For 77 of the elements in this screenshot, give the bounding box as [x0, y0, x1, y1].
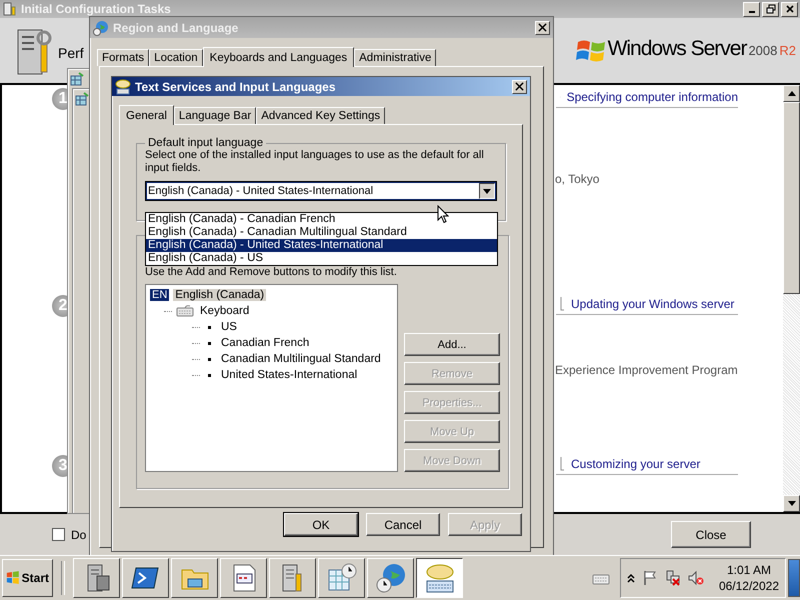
- dropdown-option[interactable]: English (Canada) - Canadian French: [146, 213, 497, 226]
- keyboard-icon: [176, 305, 194, 317]
- section-text: Experience Improvement Program: [555, 363, 738, 377]
- language-dropdown[interactable]: English (Canada) - United States-International: [145, 181, 497, 201]
- tab[interactable]: Advanced Key Settings: [256, 107, 386, 124]
- group-title: Default input language: [147, 137, 264, 149]
- logo-text: Windows Server: [608, 36, 746, 60]
- dialog-button[interactable]: Cancel: [366, 513, 440, 536]
- tree-item[interactable]: United States-International: [219, 369, 360, 381]
- keyboard-bubble-icon: [424, 562, 456, 594]
- minimize-icon: [748, 11, 754, 13]
- instruction-text: Use the Add and Remove buttons to modify this list.: [145, 266, 398, 278]
- section-heading[interactable]: Customizing your server: [556, 457, 738, 475]
- tab[interactable]: Formats: [97, 49, 150, 66]
- restore-button[interactable]: [762, 2, 779, 16]
- tab[interactable]: Administrative: [354, 49, 436, 66]
- bullet-icon: [208, 342, 211, 344]
- clock-date[interactable]: 06/12/2022: [718, 578, 779, 594]
- chevron-up-icon[interactable]: [626, 573, 635, 583]
- grid-icon: [70, 72, 84, 86]
- globe-clock-icon: [93, 20, 109, 36]
- tab[interactable]: Keyboards and Languages: [202, 47, 354, 67]
- logo-version: 2008: [748, 42, 778, 58]
- section-heading[interactable]: Updating your Windows server: [556, 297, 738, 315]
- checkbox[interactable]: [52, 528, 65, 541]
- clock-time[interactable]: 1:01 AM: [726, 562, 771, 578]
- section-text: o, Tokyo: [555, 172, 600, 186]
- dialog-button[interactable]: OK: [284, 513, 358, 536]
- scroll-up-button[interactable]: [783, 85, 800, 102]
- close-icon: [784, 4, 794, 14]
- scrollbar[interactable]: [783, 85, 800, 512]
- window-title: Text Services and Input Languages: [135, 80, 336, 94]
- windows-flag-icon: [6, 570, 20, 586]
- tab[interactable]: Location: [149, 49, 203, 66]
- section-heading[interactable]: Specifying computer information: [556, 90, 738, 108]
- scroll-thumb[interactable]: [783, 102, 800, 294]
- tree-item[interactable]: US: [219, 321, 239, 333]
- close-icon: [538, 23, 547, 32]
- logo-edition: R2: [779, 42, 796, 58]
- minimize-button[interactable]: [743, 2, 760, 16]
- action-button[interactable]: Add...: [404, 333, 500, 356]
- tree-item[interactable]: Canadian Multilingual Standard: [219, 353, 383, 365]
- network-error-icon[interactable]: [664, 570, 681, 586]
- tree-item[interactable]: English (Canada): [173, 289, 266, 301]
- bullet-icon: [208, 326, 211, 328]
- tree-item[interactable]: Keyboard: [198, 305, 252, 317]
- keyboard-bubble-icon: [115, 78, 131, 94]
- flag-icon[interactable]: [642, 570, 658, 586]
- server-icon: [3, 2, 17, 16]
- dropdown-option[interactable]: English (Canada) - United States-International: [146, 239, 497, 252]
- bullet-icon: [208, 358, 211, 360]
- up-arrow-icon: [788, 91, 796, 96]
- globe-clock-icon: [374, 562, 406, 594]
- close-button[interactable]: [535, 20, 550, 34]
- close-icon: [515, 82, 524, 91]
- tree-item[interactable]: Canadian French: [219, 337, 312, 349]
- down-arrow-icon: [788, 501, 796, 506]
- window-title: Region and Language: [113, 20, 238, 34]
- close-button[interactable]: Close: [671, 521, 751, 548]
- tab[interactable]: Language Bar: [174, 107, 256, 124]
- taskbar-button[interactable]: [416, 558, 463, 598]
- bullet-icon: [208, 374, 211, 376]
- scroll-down-button[interactable]: [783, 495, 800, 512]
- description-text: Select one of the installed input languages to use as the default for all input fields.: [145, 149, 485, 175]
- tab[interactable]: General: [119, 105, 174, 125]
- speaker-muted-icon[interactable]: [688, 570, 704, 586]
- start-button[interactable]: Start: [2, 559, 53, 597]
- dropdown-option[interactable]: English (Canada) - US: [146, 252, 497, 265]
- close-button[interactable]: [781, 2, 798, 16]
- header-title: Perf: [58, 44, 84, 60]
- restore-icon: [766, 4, 776, 14]
- tree-view[interactable]: EN English (Canada) Keyboard US Canadian French Canadian Multilingual Standard United States-International: [145, 284, 398, 472]
- close-button[interactable]: [512, 80, 527, 94]
- window-title: Initial Configuration Tasks: [21, 2, 171, 16]
- language-badge: EN: [150, 289, 170, 301]
- dropdown-option[interactable]: English (Canada) - Canadian Multilingual Standard: [146, 226, 497, 239]
- checkbox-label: Do: [71, 528, 86, 542]
